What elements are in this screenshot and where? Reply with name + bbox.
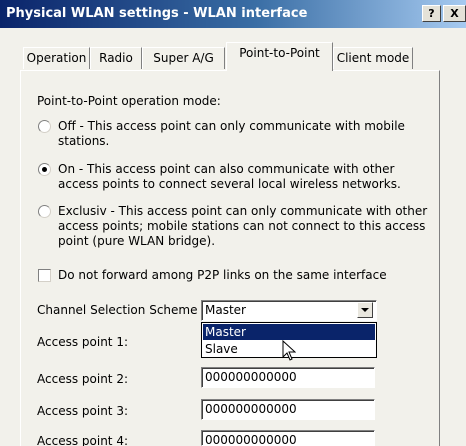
window-title: Physical WLAN settings - WLAN interface — [6, 6, 308, 21]
access-point-2-label: Access point 2: — [37, 372, 128, 386]
close-button[interactable]: X — [443, 5, 466, 22]
radio-selected-dot — [42, 167, 47, 172]
p2p-mode-on-radio[interactable] — [38, 163, 51, 176]
p2p-mode-off-label: Off - This access point can only communi… — [58, 119, 405, 148]
mouse-cursor-icon — [282, 340, 296, 361]
p2p-mode-exclusive-radio[interactable] — [38, 205, 51, 218]
dropdown-option-master[interactable]: Master — [203, 324, 375, 340]
access-point-3-input[interactable]: 000000000000 — [201, 399, 375, 420]
no-forward-p2p-label: Do not forward among P2P links on the sa… — [58, 268, 387, 282]
tab-super-a-g[interactable]: Super A/G — [142, 47, 225, 69]
tab-radio[interactable]: Radio — [90, 47, 142, 69]
p2p-mode-label: Point-to-Point operation mode: — [37, 94, 221, 108]
access-point-3-label: Access point 3: — [37, 404, 128, 418]
tab-client-mode[interactable]: Client mode — [333, 47, 413, 69]
channel-selection-scheme-label: Channel Selection Scheme — [37, 303, 198, 317]
p2p-mode-off-radio[interactable] — [38, 120, 51, 133]
p2p-mode-exclusive-label: Exclusiv - This access point can only co… — [58, 204, 428, 248]
tab-operation[interactable]: Operation — [23, 47, 90, 69]
help-button[interactable]: ? — [422, 5, 441, 22]
channel-selection-scheme-dropdown-button[interactable] — [357, 302, 373, 318]
no-forward-p2p-checkbox[interactable] — [38, 269, 51, 282]
p2p-mode-on-label: On - This access point can also communic… — [58, 162, 401, 191]
tab-point-to-point[interactable]: Point-to-Point — [226, 42, 333, 71]
access-point-4-input[interactable]: 000000000000 — [201, 430, 375, 446]
chevron-down-icon — [361, 308, 369, 312]
channel-selection-scheme-select[interactable]: Master — [201, 300, 377, 321]
window-titlebar: Physical WLAN settings - WLAN interface … — [0, 0, 466, 28]
access-point-2-input[interactable]: 000000000000 — [201, 367, 375, 388]
access-point-1-label: Access point 1: — [37, 335, 128, 349]
physical-wlan-settings-dialog: Physical WLAN settings - WLAN interface … — [0, 0, 466, 446]
access-point-4-label: Access point 4: — [37, 434, 128, 446]
